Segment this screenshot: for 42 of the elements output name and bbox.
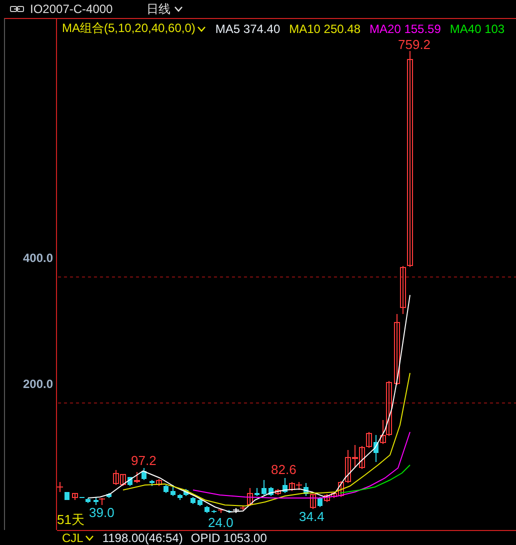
candlestick bbox=[156, 478, 162, 486]
ma-settings-dropdown[interactable]: MA组合(5,10,20,40,60,0) bbox=[62, 20, 206, 37]
candlestick bbox=[128, 476, 132, 486]
price-label: 759.2 bbox=[398, 38, 431, 52]
link-icon[interactable] bbox=[10, 6, 24, 12]
candlestick bbox=[282, 478, 288, 494]
candlestick bbox=[150, 480, 154, 486]
chevron-icon bbox=[85, 535, 94, 541]
price-label: 97.2 bbox=[131, 454, 156, 468]
indicator-value: OPID 1053.00 bbox=[190, 531, 267, 545]
moving-average-value: MA40 103 bbox=[450, 22, 505, 36]
candlestick bbox=[72, 492, 78, 500]
moving-average-value: MA20 155.59 bbox=[370, 22, 441, 36]
candlestick bbox=[254, 488, 260, 496]
candlestick bbox=[164, 484, 168, 494]
contract-symbol: IO2007-C-4000 bbox=[30, 2, 113, 16]
candlestick bbox=[170, 484, 176, 496]
indicator-dropdown[interactable]: CJL bbox=[62, 531, 94, 545]
moving-average-value: MA10 250.48 bbox=[289, 22, 361, 36]
price-label: 82.6 bbox=[271, 463, 296, 477]
candlestick bbox=[275, 488, 281, 496]
candlestick bbox=[374, 434, 378, 462]
moving-average-value: MA5 374.40 bbox=[215, 22, 280, 36]
chevron-icon bbox=[174, 6, 183, 12]
candlestick bbox=[134, 472, 140, 484]
candlestick bbox=[318, 496, 322, 508]
chevron-icon bbox=[197, 26, 206, 32]
candlestick bbox=[142, 468, 146, 480]
period-dropdown[interactable]: 日线 bbox=[146, 0, 183, 18]
price-label: 34.4 bbox=[299, 510, 324, 524]
candlestick bbox=[204, 506, 210, 514]
candlestick bbox=[262, 480, 266, 496]
candlestick bbox=[190, 496, 196, 504]
axis-tick-label: 400.0 bbox=[22, 251, 53, 265]
candlestick bbox=[310, 494, 316, 510]
candlestick bbox=[268, 486, 274, 496]
day-count: 51天 bbox=[57, 513, 84, 527]
candlestick bbox=[198, 498, 202, 506]
indicator-value: 1198.00(46:54) bbox=[102, 531, 183, 545]
price-label: 24.0 bbox=[208, 516, 234, 530]
axis-tick-label: 200.0 bbox=[22, 377, 53, 391]
price-label: 39.0 bbox=[89, 506, 114, 520]
